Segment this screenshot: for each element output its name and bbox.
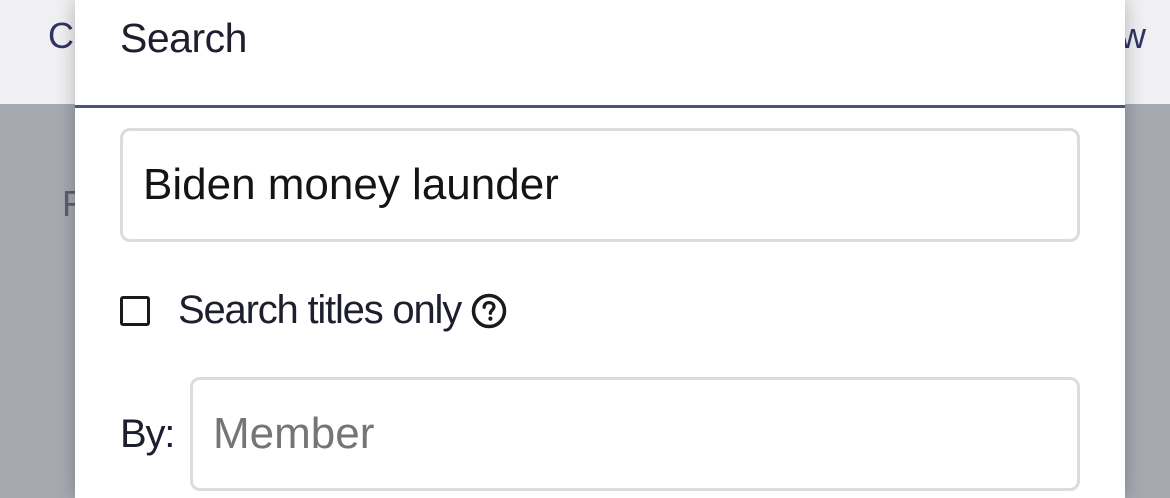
search-titles-only-label[interactable]: Search titles only: [178, 286, 462, 334]
member-input[interactable]: [190, 377, 1080, 491]
question-circle-icon[interactable]: [471, 293, 507, 329]
search-titles-only-row[interactable]: Search titles only: [120, 286, 507, 334]
search-modal: Search Search titles only By:: [75, 0, 1125, 498]
modal-title: Search: [120, 15, 247, 61]
keywords-search-input[interactable]: [120, 128, 1080, 242]
by-member-label: By:: [120, 412, 175, 456]
modal-title-divider: [75, 105, 1125, 108]
search-titles-only-checkbox[interactable]: [120, 296, 150, 326]
background-header-left-text: C: [48, 15, 74, 56]
